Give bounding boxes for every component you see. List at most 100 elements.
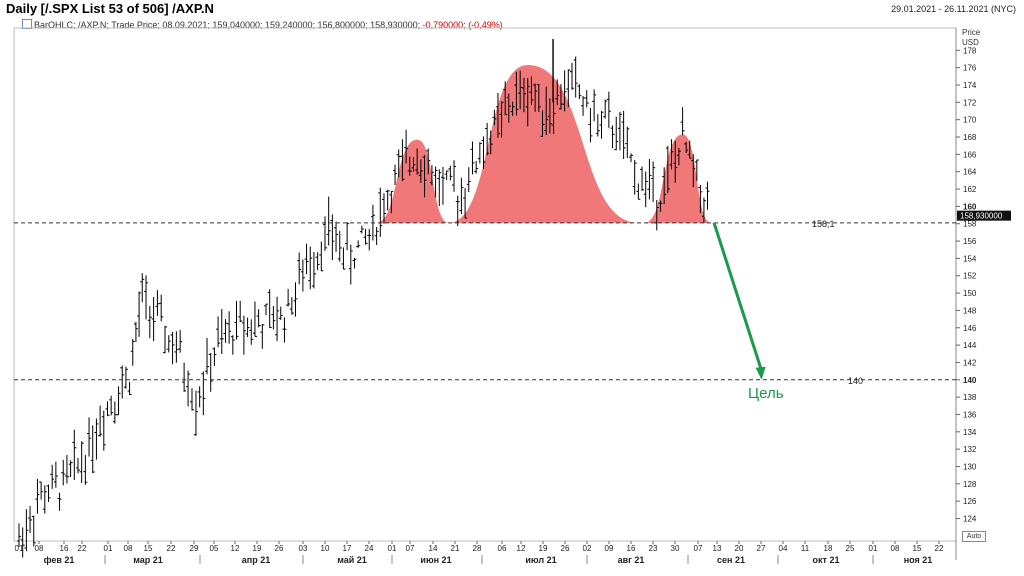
ohlc-bar	[393, 164, 398, 185]
right-shoulder-shape	[644, 134, 712, 223]
target-label: Цель	[748, 385, 784, 402]
ohlc-bar	[46, 484, 51, 503]
ohlc-bar	[337, 231, 342, 262]
ohlc-bar	[289, 297, 294, 315]
month-label: май 21	[337, 555, 367, 565]
ohlc-bar	[245, 317, 250, 338]
auto-scale-button[interactable]: Auto	[962, 531, 986, 542]
ohlc-bar	[315, 252, 320, 271]
ohlc-bar	[155, 290, 160, 316]
ohlc-bar	[120, 365, 125, 399]
x-tick-label: 22	[935, 544, 944, 553]
ohlc-bar	[57, 492, 62, 511]
ohlc-bar	[584, 90, 589, 108]
ohlc-bar	[705, 181, 710, 210]
y-tick-label: 158	[963, 220, 977, 229]
x-tick-label: 15	[913, 544, 922, 553]
ohlc-bar	[345, 222, 350, 251]
ohlc-bar	[264, 303, 269, 316]
ohlc-bar	[90, 425, 95, 474]
ohlc-bar	[166, 335, 171, 353]
x-tick-label: 12	[517, 544, 526, 553]
ohlc-bar	[363, 228, 368, 245]
ohlc-bar	[144, 275, 149, 320]
ohlc-bar	[101, 410, 106, 451]
ohlc-bar	[94, 418, 99, 460]
ohlc-bar	[636, 183, 641, 200]
x-tick-label: 17	[343, 544, 352, 553]
ohlc-bar	[127, 381, 132, 396]
ohlc-bar	[647, 159, 652, 200]
x-tick-label: 11	[801, 544, 810, 553]
y-tick-label: 144	[963, 341, 977, 350]
ohlc-bar	[466, 167, 471, 193]
y-tick-label: 130	[963, 462, 977, 471]
x-tick-label: 26	[275, 544, 284, 553]
x-tick-label: 07	[694, 544, 703, 553]
x-tick-label: 24	[365, 544, 374, 553]
x-tick-label: 26	[561, 544, 570, 553]
y-tick-label: 166	[963, 150, 977, 159]
ohlc-bar	[53, 461, 58, 488]
ohlc-bar	[151, 296, 156, 342]
month-label: сен 21	[717, 555, 745, 565]
x-tick-label: 05	[210, 544, 219, 553]
y-tick-label: 170	[963, 116, 977, 125]
target-line-label: 140	[848, 376, 863, 386]
ohlc-bar	[87, 417, 92, 457]
ohlc-bar	[278, 306, 283, 320]
ohlc-bar	[621, 110, 626, 160]
plot-frame	[13, 27, 957, 542]
ohlc-bar	[216, 316, 221, 348]
x-tick-label: 04	[779, 544, 788, 553]
ohlc-bar	[348, 244, 353, 285]
projection-arrow-head	[755, 366, 766, 380]
ohlc-bar	[61, 459, 66, 486]
y-axis-ticks: 124 126 128 130 132 134 136 138 140 142 144 146 148 1…	[956, 46, 977, 524]
x-tick-label: 08	[891, 544, 900, 553]
y-tick-label: 162	[963, 185, 977, 194]
y-tick-label: 136	[963, 410, 977, 419]
ohlc-bar	[31, 515, 36, 547]
y-tick-label: 154	[963, 254, 977, 263]
ohlc-bar	[241, 315, 246, 355]
ohlc-bar	[72, 429, 77, 481]
ohlc-bar	[260, 323, 265, 349]
ohlc-bar	[477, 142, 482, 164]
ohlc-bar	[359, 225, 364, 234]
ohlc-bar	[140, 273, 145, 303]
x-tick-label: 22	[78, 544, 87, 553]
month-label: июл 21	[525, 555, 556, 565]
ohlc-bar	[98, 405, 103, 437]
price-chart: 124 126 128 130 132 134 136 138 140 142 144 146 148 1…	[13, 27, 1011, 565]
month-label: мар 21	[133, 555, 163, 565]
ohlc-bar	[606, 91, 611, 128]
x-tick-label: 19	[253, 544, 262, 553]
ohlc-bar	[304, 243, 309, 275]
ohlc-bar	[223, 319, 228, 343]
ohlc-bar	[680, 107, 685, 136]
ohlc-bar	[437, 169, 442, 207]
ohlc-bar	[610, 125, 615, 149]
ohlc-bar	[75, 458, 80, 474]
ohlc-bar	[297, 252, 302, 285]
y-tick-label: 138	[963, 393, 977, 402]
ohlc-bar	[35, 478, 40, 514]
x-tick-label: 01	[388, 544, 397, 553]
y-tick-label: 124	[963, 515, 977, 524]
x-tick-label: 08	[124, 544, 133, 553]
ohlc-bar	[352, 257, 357, 269]
ohlc-bar	[190, 388, 195, 411]
x-tick-label: 12	[231, 544, 240, 553]
ohlc-bar	[170, 331, 175, 365]
ohlc-bar	[588, 107, 593, 143]
y-tick-label: 168	[963, 133, 977, 142]
ohlc-bar	[448, 165, 453, 181]
y-tick-label: 176	[963, 64, 977, 73]
x-tick-label: 18	[824, 544, 833, 553]
x-axis-ticks: 01 08 16 22 01 08 15 22 29 05 12 19 26 03 10 17 24 01 07 14…	[15, 541, 944, 565]
ohlc-bar	[219, 308, 224, 354]
ohlc-bar	[197, 386, 202, 408]
x-tick-label: 03	[299, 544, 308, 553]
ohlc-bar	[275, 296, 280, 342]
